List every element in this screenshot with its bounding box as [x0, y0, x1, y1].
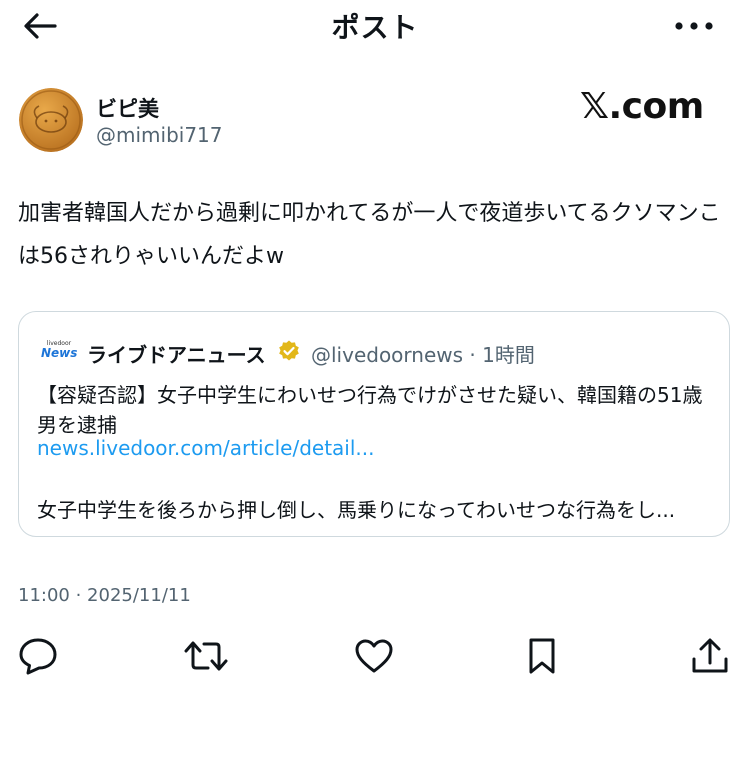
more-horizontal-icon	[675, 22, 713, 30]
repost-icon	[184, 641, 228, 671]
top-bar: ポスト	[0, 0, 750, 56]
share-button[interactable]	[688, 636, 732, 676]
like-icon	[355, 639, 393, 673]
quoted-post-card[interactable]: livedoor News ライブドアニュース @livedoornews · …	[18, 311, 730, 537]
quoted-text: 【容疑否認】女子中学生にわいせつ行為でけがさせた疑い、韓国籍の51歳男を逮捕	[37, 383, 703, 437]
reply-icon	[19, 638, 57, 675]
avatar-image	[19, 88, 83, 152]
quoted-excerpt: 女子中学生を後ろから押し倒し、馬乗りになってわいせつな行為をし...	[37, 498, 676, 522]
quoted-author-name: ライブドアニュース	[87, 343, 266, 367]
verified-badge-icon	[277, 339, 301, 363]
author-handle[interactable]: @mimibi717	[96, 123, 223, 147]
page-title: ポスト	[331, 11, 419, 44]
x-watermark: 𝕏.com	[580, 86, 704, 127]
livedoor-news-logo: livedoor News	[41, 340, 78, 360]
avatar[interactable]	[19, 88, 83, 152]
like-button[interactable]	[352, 636, 396, 676]
reply-button[interactable]	[16, 636, 60, 676]
quoted-handle-time: @livedoornews · 1時間	[311, 343, 535, 367]
bookmark-button[interactable]	[520, 636, 564, 676]
author-display-name[interactable]: ビピ美	[96, 93, 159, 123]
post-text: 加害者韓国人だから過剰に叩かれてるが一人で夜道歩いてるクソマンこは56されりゃい…	[18, 201, 721, 269]
share-icon	[692, 638, 728, 673]
post-timestamp[interactable]: 11:00 · 2025/11/11	[18, 585, 191, 606]
quoted-link[interactable]: news.livedoor.com/article/detail...	[37, 436, 375, 460]
repost-button[interactable]	[184, 636, 228, 676]
more-options-button[interactable]	[672, 8, 716, 44]
bookmark-icon	[529, 638, 555, 674]
